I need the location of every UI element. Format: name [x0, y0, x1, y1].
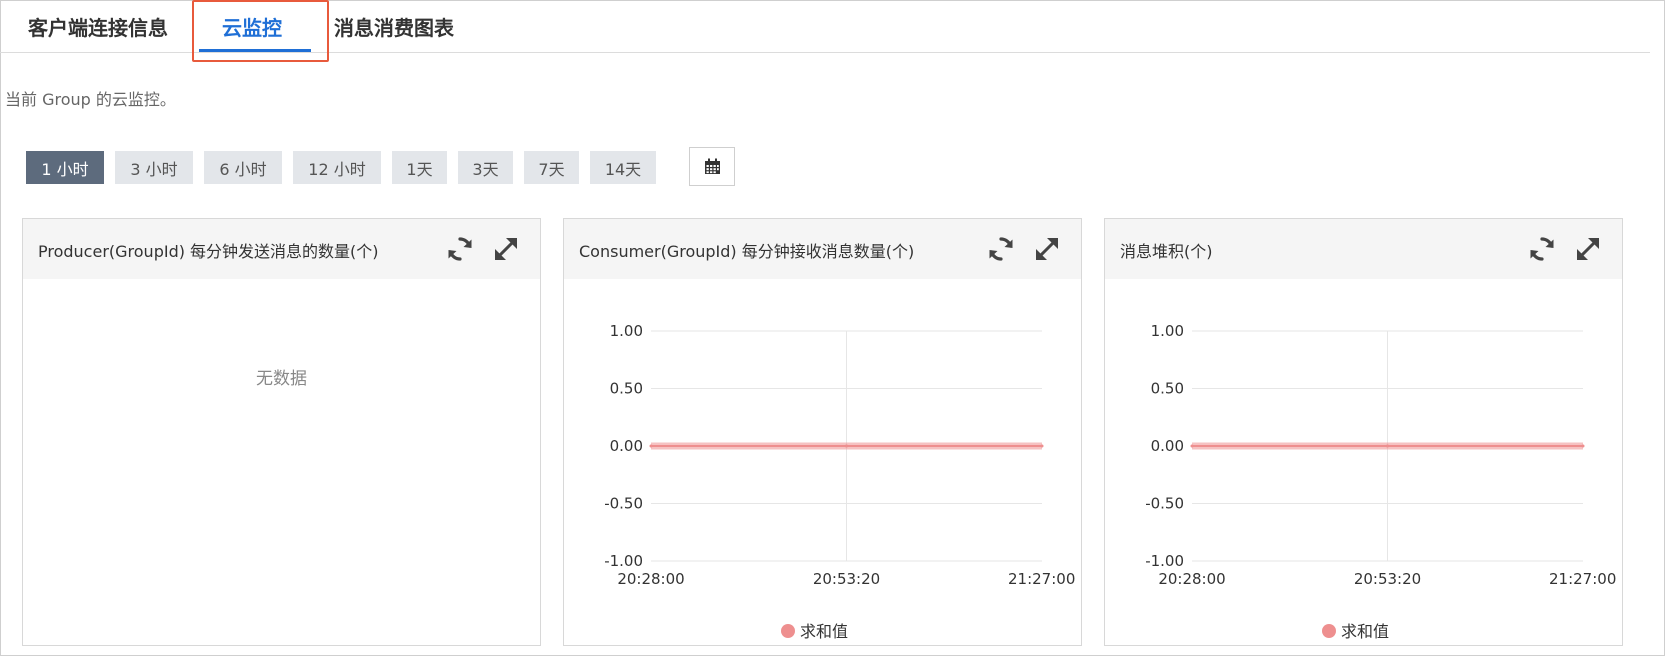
y-tick-label: 0.50 — [610, 380, 643, 398]
panel-header: Consumer(GroupId) 每分钟接收消息数量(个) — [564, 219, 1081, 279]
page-description: 当前 Group 的云监控。 — [5, 90, 176, 109]
consumer-chart: 1.00 0.50 0.00 -0.50 -1.0020:28:00 20:53:20 21… — [604, 322, 1075, 641]
data-point — [1040, 444, 1044, 448]
range-6h-button[interactable]: 6 小时 — [204, 151, 282, 184]
y-tick-label: -1.00 — [604, 552, 643, 570]
range-1d-button[interactable]: 1天 — [392, 151, 447, 184]
range-3h-button[interactable]: 3 小时 — [115, 151, 193, 184]
panel-title: 消息堆积(个) — [1120, 242, 1213, 261]
legend-label: 求和值 — [800, 622, 848, 641]
expand-icon[interactable] — [1574, 235, 1602, 263]
y-tick-label: 0.00 — [610, 437, 643, 455]
panel-header: 消息堆积(个) — [1105, 219, 1622, 279]
tab-client-connections[interactable]: 客户端连接信息 — [28, 12, 168, 41]
x-tick-label: 21:27:00 — [1008, 570, 1075, 588]
tab-consumption-charts[interactable]: 消息消费图表 — [334, 12, 454, 41]
range-7d-button[interactable]: 7天 — [524, 151, 579, 184]
panel-title: Consumer(GroupId) 每分钟接收消息数量(个) — [579, 242, 915, 261]
x-tick-label: 21:27:00 — [1549, 570, 1616, 588]
no-data-text: 无数据 — [256, 369, 307, 389]
y-tick-label: -1.00 — [1145, 552, 1184, 570]
data-point — [1386, 444, 1389, 448]
range-3d-button[interactable]: 3天 — [458, 151, 513, 184]
x-tick-label: 20:53:20 — [813, 570, 880, 588]
range-12h-button[interactable]: 12 小时 — [293, 151, 381, 184]
expand-icon[interactable] — [492, 235, 520, 263]
y-tick-label: -0.50 — [604, 495, 643, 513]
data-point — [1190, 444, 1194, 448]
data-point — [1581, 444, 1585, 448]
expand-icon[interactable] — [1033, 235, 1061, 263]
legend-label: 求和值 — [1341, 622, 1389, 641]
backlog-chart: 1.00 0.50 0.00 -0.50 -1.0020:28:00 20:53:20 21… — [1145, 322, 1616, 641]
refresh-icon[interactable] — [987, 235, 1015, 263]
backlog-panel: 消息堆积(个) 1.00 0.50 0.00 -0.50 -1.00 20:28:00 20… — [1104, 218, 1623, 646]
panel-title: Producer(GroupId) 每分钟发送消息的数量(个) — [38, 242, 379, 261]
refresh-icon[interactable] — [446, 235, 474, 263]
x-tick-label: 20:28:00 — [1158, 570, 1225, 588]
x-tick-label: 20:28:00 — [617, 570, 684, 588]
y-tick-label: -0.50 — [1145, 495, 1184, 513]
refresh-icon[interactable] — [1528, 235, 1556, 263]
producer-panel: Producer(GroupId) 每分钟发送消息的数量(个) 无数据 — [22, 218, 541, 646]
tab-highlight-box — [192, 0, 329, 62]
calendar-button[interactable] — [689, 147, 735, 186]
data-point — [845, 444, 848, 448]
consumer-panel: Consumer(GroupId) 每分钟接收消息数量(个) 1.00 0.50 0… — [563, 218, 1082, 646]
legend-swatch — [1322, 624, 1336, 638]
y-tick-label: 1.00 — [1151, 322, 1184, 340]
calendar-icon — [704, 158, 720, 174]
y-tick-label: 1.00 — [610, 322, 643, 340]
panel-header: Producer(GroupId) 每分钟发送消息的数量(个) — [23, 219, 540, 279]
range-1h-button[interactable]: 1 小时 — [26, 151, 104, 184]
range-14d-button[interactable]: 14天 — [590, 151, 656, 184]
legend-swatch — [781, 624, 795, 638]
y-tick-label: 0.50 — [1151, 380, 1184, 398]
y-tick-label: 0.00 — [1151, 437, 1184, 455]
x-tick-label: 20:53:20 — [1354, 570, 1421, 588]
data-point — [649, 444, 653, 448]
